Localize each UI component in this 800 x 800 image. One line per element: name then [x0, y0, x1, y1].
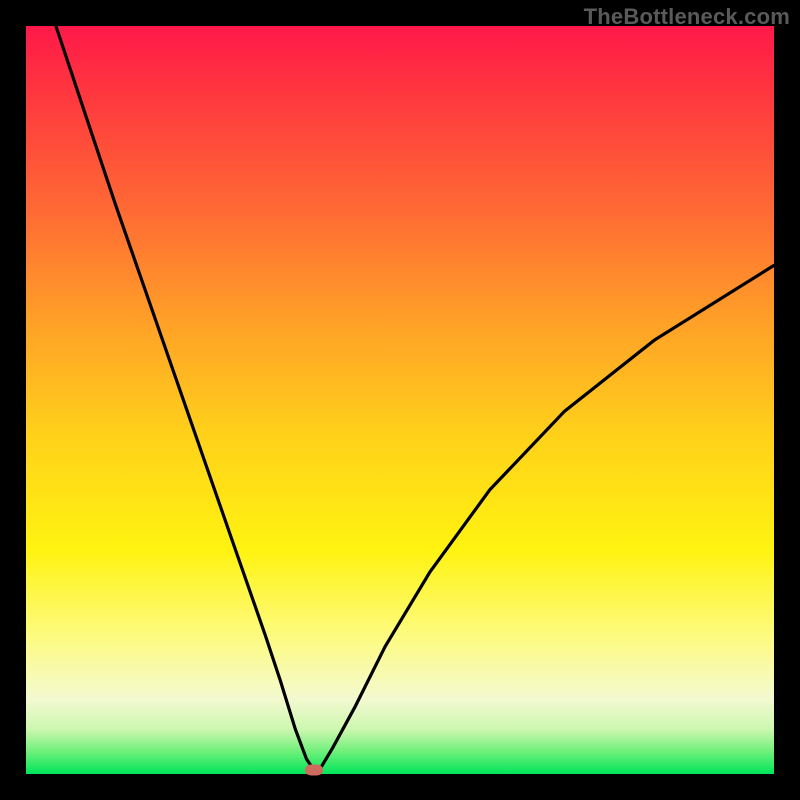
curve-path — [56, 26, 774, 770]
bottleneck-curve — [26, 26, 774, 774]
optimal-marker — [305, 765, 323, 776]
chart-frame: TheBottleneck.com — [0, 0, 800, 800]
plot-area — [26, 26, 774, 774]
